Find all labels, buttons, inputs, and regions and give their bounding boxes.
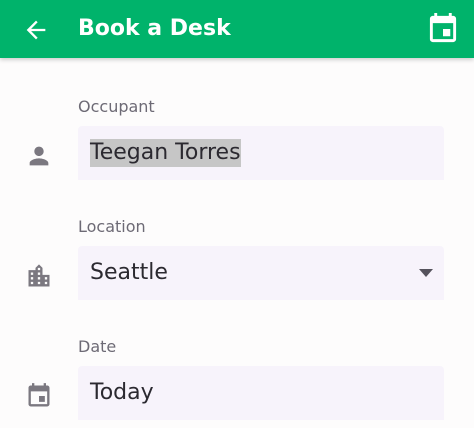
calendar-icon — [28, 383, 50, 407]
occupant-label: Occupant — [78, 97, 155, 116]
location-label: Location — [78, 217, 146, 236]
occupant-value[interactable]: Teegan Torres — [90, 139, 241, 167]
dropdown-arrow-icon[interactable] — [418, 265, 434, 281]
city-icon — [28, 264, 50, 287]
date-value: Today — [90, 380, 154, 405]
date-field[interactable]: Today — [78, 366, 444, 420]
arrow-left-icon[interactable] — [22, 16, 50, 44]
location-value: Seattle — [90, 260, 168, 285]
page-title: Book a Desk — [78, 16, 231, 41]
calendar-icon[interactable] — [428, 13, 458, 45]
location-select[interactable]: Seattle — [78, 246, 444, 300]
app-bar: Book a Desk — [0, 0, 474, 58]
date-label: Date — [78, 337, 117, 356]
person-icon — [29, 146, 49, 166]
occupant-field[interactable]: Teegan Torres — [78, 126, 444, 180]
